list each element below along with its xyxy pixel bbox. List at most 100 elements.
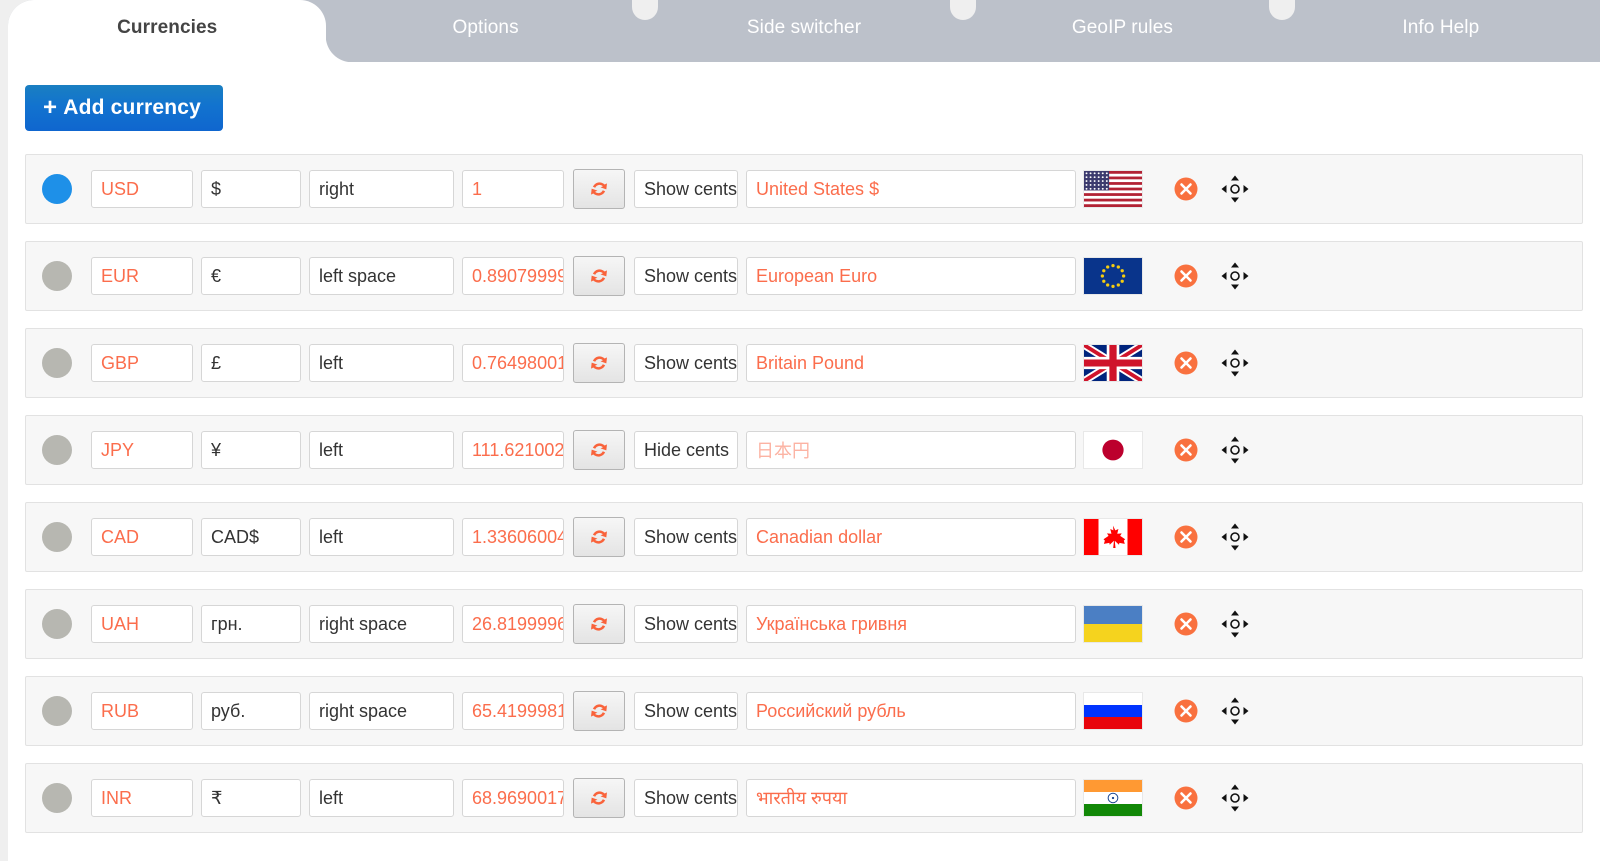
- delete-icon: [1174, 612, 1198, 636]
- move-handle-icon: [1221, 523, 1249, 551]
- currency-code-input[interactable]: USD: [91, 170, 193, 208]
- default-currency-radio[interactable]: [42, 609, 72, 639]
- cents-visibility-select[interactable]: Show cents: [634, 605, 738, 643]
- currency-code-input[interactable]: RUB: [91, 692, 193, 730]
- currency-symbol-input[interactable]: руб.: [201, 692, 301, 730]
- delete-icon: [1174, 525, 1198, 549]
- drag-handle[interactable]: [1220, 609, 1250, 639]
- refresh-icon: [591, 791, 607, 805]
- cents-visibility-select[interactable]: Show cents: [634, 257, 738, 295]
- currency-code-input[interactable]: UAH: [91, 605, 193, 643]
- drag-handle[interactable]: [1220, 261, 1250, 291]
- currency-row: GBP £ left 0.76498001 Show cents Britain Poun…: [25, 328, 1583, 398]
- currency-rate-input[interactable]: 68.9690017: [462, 779, 564, 817]
- cents-visibility-select[interactable]: Show cents: [634, 344, 738, 382]
- currency-code-input[interactable]: GBP: [91, 344, 193, 382]
- currency-symbol-input[interactable]: грн.: [201, 605, 301, 643]
- currency-rate-input[interactable]: 1: [462, 170, 564, 208]
- delete-currency-button[interactable]: [1173, 437, 1199, 463]
- currency-name-input[interactable]: 日本円: [746, 431, 1076, 469]
- delete-currency-button[interactable]: [1173, 698, 1199, 724]
- drag-handle[interactable]: [1220, 174, 1250, 204]
- tab-info-help[interactable]: Info Help: [1268, 0, 1600, 62]
- currency-rate-input[interactable]: 26.8199996: [462, 605, 564, 643]
- delete-currency-button[interactable]: [1173, 785, 1199, 811]
- default-currency-radio[interactable]: [42, 696, 72, 726]
- symbol-position-input[interactable]: left: [309, 779, 454, 817]
- currency-rate-input[interactable]: 0.76498001: [462, 344, 564, 382]
- tab-geoip-rules[interactable]: GeoIP rules: [950, 0, 1281, 62]
- symbol-position-input[interactable]: left: [309, 518, 454, 556]
- flag-jp: [1083, 431, 1143, 469]
- currency-code-input[interactable]: EUR: [91, 257, 193, 295]
- add-currency-label: Add currency: [63, 96, 201, 119]
- cents-visibility-select[interactable]: Show cents: [634, 692, 738, 730]
- currency-name-input[interactable]: European Euro: [746, 257, 1076, 295]
- refresh-rate-button[interactable]: [573, 604, 625, 644]
- delete-currency-button[interactable]: [1173, 263, 1199, 289]
- currency-name-input[interactable]: भारतीय रुपया: [746, 779, 1076, 817]
- currency-rate-input[interactable]: 0.89079999: [462, 257, 564, 295]
- currency-symbol-input[interactable]: $: [201, 170, 301, 208]
- plus-icon: +: [43, 94, 58, 121]
- currency-code-input[interactable]: CAD: [91, 518, 193, 556]
- currency-name-input[interactable]: Britain Pound: [746, 344, 1076, 382]
- refresh-rate-button[interactable]: [573, 691, 625, 731]
- flag-gb: [1083, 344, 1143, 382]
- refresh-rate-button[interactable]: [573, 256, 625, 296]
- cents-visibility-select[interactable]: Show cents: [634, 779, 738, 817]
- tab-currencies[interactable]: Currencies: [8, 0, 327, 62]
- delete-currency-button[interactable]: [1173, 611, 1199, 637]
- default-currency-radio[interactable]: [42, 348, 72, 378]
- refresh-rate-button[interactable]: [573, 778, 625, 818]
- delete-icon: [1174, 264, 1198, 288]
- currency-symbol-input[interactable]: ¥: [201, 431, 301, 469]
- currency-name-input[interactable]: United States $: [746, 170, 1076, 208]
- currency-code-input[interactable]: JPY: [91, 431, 193, 469]
- tab-options[interactable]: Options: [326, 0, 644, 62]
- delete-currency-button[interactable]: [1173, 176, 1199, 202]
- default-currency-radio[interactable]: [42, 261, 72, 291]
- symbol-position-input[interactable]: left space: [309, 257, 454, 295]
- currency-rate-input[interactable]: 111.621002: [462, 431, 564, 469]
- currency-name-input[interactable]: Canadian dollar: [746, 518, 1076, 556]
- cents-visibility-select[interactable]: Hide cents: [634, 431, 738, 469]
- drag-handle[interactable]: [1220, 783, 1250, 813]
- currency-symbol-input[interactable]: CAD$: [201, 518, 301, 556]
- currency-rate-input[interactable]: 65.4199981: [462, 692, 564, 730]
- refresh-rate-button[interactable]: [573, 430, 625, 470]
- symbol-position-input[interactable]: right: [309, 170, 454, 208]
- delete-currency-button[interactable]: [1173, 524, 1199, 550]
- currency-code-input[interactable]: INR: [91, 779, 193, 817]
- symbol-position-input[interactable]: left: [309, 431, 454, 469]
- refresh-rate-button[interactable]: [573, 517, 625, 557]
- cents-visibility-select[interactable]: Show cents: [634, 518, 738, 556]
- move-handle-icon: [1221, 610, 1249, 638]
- cents-visibility-select[interactable]: Show cents: [634, 170, 738, 208]
- refresh-icon: [591, 182, 607, 196]
- drag-handle[interactable]: [1220, 522, 1250, 552]
- default-currency-radio[interactable]: [42, 522, 72, 552]
- currency-symbol-input[interactable]: £: [201, 344, 301, 382]
- default-currency-radio[interactable]: [42, 435, 72, 465]
- default-currency-radio-selected[interactable]: [42, 174, 72, 204]
- drag-handle[interactable]: [1220, 435, 1250, 465]
- symbol-position-input[interactable]: right space: [309, 692, 454, 730]
- drag-handle[interactable]: [1220, 696, 1250, 726]
- symbol-position-input[interactable]: right space: [309, 605, 454, 643]
- currency-rate-input[interactable]: 1.33606004: [462, 518, 564, 556]
- currency-name-input[interactable]: Российский рубль: [746, 692, 1076, 730]
- refresh-rate-button[interactable]: [573, 169, 625, 209]
- currency-name-input[interactable]: Українська гривня: [746, 605, 1076, 643]
- country-flag: [1082, 778, 1144, 818]
- currency-symbol-input[interactable]: ₹: [201, 779, 301, 817]
- symbol-position-input[interactable]: left: [309, 344, 454, 382]
- default-currency-radio[interactable]: [42, 783, 72, 813]
- delete-currency-button[interactable]: [1173, 350, 1199, 376]
- drag-handle[interactable]: [1220, 348, 1250, 378]
- move-handle-icon: [1221, 262, 1249, 290]
- currency-symbol-input[interactable]: €: [201, 257, 301, 295]
- add-currency-button[interactable]: + Add currency: [25, 85, 223, 131]
- tab-side-switcher[interactable]: Side switcher: [631, 0, 963, 62]
- refresh-rate-button[interactable]: [573, 343, 625, 383]
